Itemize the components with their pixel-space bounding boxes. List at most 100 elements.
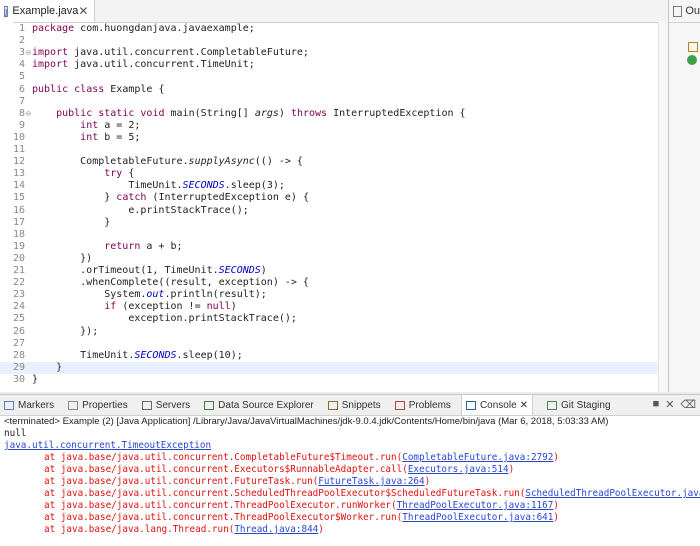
properties-icon <box>68 400 79 410</box>
code-text: .whenComplete((result, exception) -> { <box>32 277 309 289</box>
code-line[interactable]: 3 ⊖ import java.util.concurrent.Completabl… <box>0 47 668 59</box>
tab-properties[interactable]: Properties <box>64 395 128 415</box>
import-container-icon[interactable] <box>688 42 698 52</box>
code-line[interactable]: 13 try { <box>0 168 668 180</box>
code-line[interactable]: 12 CompletableFuture.supplyAsync(() -> { <box>0 156 668 168</box>
remove-launch-icon[interactable]: ✕ <box>665 398 674 411</box>
code-line[interactable]: 28 TimeUnit.SECONDS.sleep(10); <box>0 350 668 362</box>
code-text: if (exception != null) <box>104 301 237 313</box>
code-line[interactable]: 25 exception.printStackTrace(); <box>0 313 668 325</box>
tab-markers[interactable]: Markers <box>0 395 54 415</box>
code-line[interactable]: 29 } <box>0 361 668 374</box>
console-output[interactable]: <terminated> Example (2) [Java Applicati… <box>0 416 700 536</box>
code-line[interactable]: 5 <box>0 71 668 83</box>
terminate-icon[interactable]: ■ <box>653 398 660 411</box>
tab-servers[interactable]: Servers <box>138 395 190 415</box>
code-text: try { <box>104 168 135 180</box>
fold-toggle-icon[interactable]: ⊖ <box>26 47 31 59</box>
tab-data-source-explorer[interactable]: Data Source Explorer <box>200 395 314 415</box>
line-number: 26 <box>13 325 26 337</box>
line-number: 9 <box>18 119 25 131</box>
source-link[interactable]: ThreadPoolExecutor.java:1167 <box>397 500 554 511</box>
code-line[interactable]: 16 e.printStackTrace(); <box>0 205 668 217</box>
class-icon[interactable] <box>687 55 697 65</box>
code-line[interactable]: 26 }); <box>0 326 668 338</box>
source-link[interactable]: ScheduledThreadPoolExecutor.java:299 <box>525 488 700 499</box>
outline-icon <box>673 5 683 17</box>
stack-trace-line: at java.base/java.util.concurrent.Schedu… <box>0 488 700 500</box>
code-line[interactable]: 15 } catch (InterruptedException e) { <box>0 192 668 204</box>
code-text: int a = 2; <box>80 119 141 131</box>
line-number: 3 <box>18 47 25 59</box>
line-number: 11 <box>13 144 26 155</box>
stack-frame-text: at java.base/java.util.concurrent.Thread… <box>44 512 403 523</box>
code-text: .orTimeout(1, TimeUnit.SECONDS) <box>32 265 267 276</box>
code-line[interactable]: 17 } <box>0 217 668 229</box>
code-editor[interactable]: 1 package com.huongdanjava.javaexample; 2 3… <box>0 22 668 392</box>
tab-label: Markers <box>18 399 55 411</box>
line-number: 1 <box>18 23 25 34</box>
git-staging-icon <box>547 400 558 410</box>
console-icon <box>465 400 476 410</box>
line-number: 17 <box>13 216 26 228</box>
line-number: 30 <box>13 373 26 385</box>
line-number: 27 <box>13 337 26 349</box>
code-line[interactable]: 27 <box>0 338 668 350</box>
code-text: CompletableFuture.supplyAsync(() -> { <box>32 156 303 168</box>
line-number: 23 <box>13 289 26 301</box>
close-icon[interactable]: ✕ <box>520 400 528 411</box>
outline-tab[interactable]: Ou <box>669 0 700 23</box>
source-link[interactable]: FutureTask.java:264 <box>318 476 424 487</box>
clear-console-icon[interactable]: ⌫ <box>680 398 696 411</box>
line-number: 14 <box>13 180 26 192</box>
code-line[interactable]: 11 <box>0 144 668 156</box>
code-line[interactable]: 1 package com.huongdanjava.javaexample; <box>0 23 668 35</box>
code-line[interactable]: 4 import java.util.concurrent.TimeUnit; <box>0 59 668 71</box>
code-line[interactable]: 2 <box>0 35 668 47</box>
servers-icon <box>141 400 152 410</box>
stack-frame-text: at java.base/java.util.concurrent.Execut… <box>44 464 408 475</box>
source-link[interactable]: Thread.java:844 <box>234 524 318 535</box>
tab-git-staging[interactable]: Git Staging <box>543 395 611 415</box>
tab-snippets[interactable]: Snippets <box>324 395 381 415</box>
code-line[interactable]: 21 .orTimeout(1, TimeUnit.SECONDS) <box>0 265 668 277</box>
tab-problems[interactable]: Problems <box>391 395 451 415</box>
code-line[interactable]: 19 return a + b; <box>0 241 668 253</box>
code-line[interactable]: 20 }) <box>0 253 668 265</box>
tab-label: Properties <box>82 399 128 411</box>
code-line[interactable]: 9 int a = 2; <box>0 120 668 132</box>
code-text: exception.printStackTrace(); <box>32 313 297 325</box>
code-line[interactable]: 22 .whenComplete((result, exception) -> … <box>0 277 668 289</box>
code-line[interactable]: 10 int b = 5; <box>0 132 668 144</box>
code-line[interactable]: 7 <box>0 96 668 108</box>
line-number: 13 <box>13 168 26 180</box>
code-text: int b = 5; <box>80 131 141 143</box>
stack-trace-line: at java.base/java.util.concurrent.Future… <box>0 476 700 488</box>
source-link[interactable]: CompletableFuture.java:2792 <box>402 452 553 463</box>
exception-link[interactable]: java.util.concurrent.TimeoutException <box>4 440 211 451</box>
source-link[interactable]: Executors.java:514 <box>408 464 509 475</box>
editor-vertical-scrollbar[interactable] <box>658 22 668 392</box>
stack-trace-line: at java.base/java.lang.Thread.run(Thread… <box>0 524 700 536</box>
tab-label: Data Source Explorer <box>218 399 314 411</box>
code-line[interactable]: 8 ⊖ public static void main(String[] args… <box>0 108 668 120</box>
code-text: TimeUnit.SECONDS.sleep(3); <box>32 180 285 192</box>
editor-tab-example-java[interactable]: J Example.java ✕ <box>0 0 95 22</box>
tab-label: Servers <box>155 399 191 411</box>
line-number: 10 <box>13 131 26 143</box>
tab-console[interactable]: Console ✕ <box>460 395 534 415</box>
line-number: 12 <box>13 156 26 168</box>
code-line[interactable]: 24 if (exception != null) <box>0 301 668 313</box>
fold-toggle-icon[interactable]: ⊖ <box>26 108 31 120</box>
stack-frame-suffix: ) <box>553 512 559 523</box>
code-line[interactable]: 14 TimeUnit.SECONDS.sleep(3); <box>0 180 668 192</box>
source-link[interactable]: ThreadPoolExecutor.java:641 <box>402 512 553 523</box>
panel-controls: ■ ✕ ⌫ <box>653 398 696 411</box>
code-line[interactable]: 6 public class Example { <box>0 84 668 96</box>
code-line[interactable]: 30} <box>0 374 668 386</box>
code-line[interactable]: 18 <box>0 229 668 241</box>
close-icon[interactable]: ✕ <box>78 4 88 18</box>
line-number: 29 <box>13 361 26 373</box>
code-line[interactable]: 23 System.out.println(result); <box>0 289 668 301</box>
code-text: public class Example { <box>32 83 165 95</box>
